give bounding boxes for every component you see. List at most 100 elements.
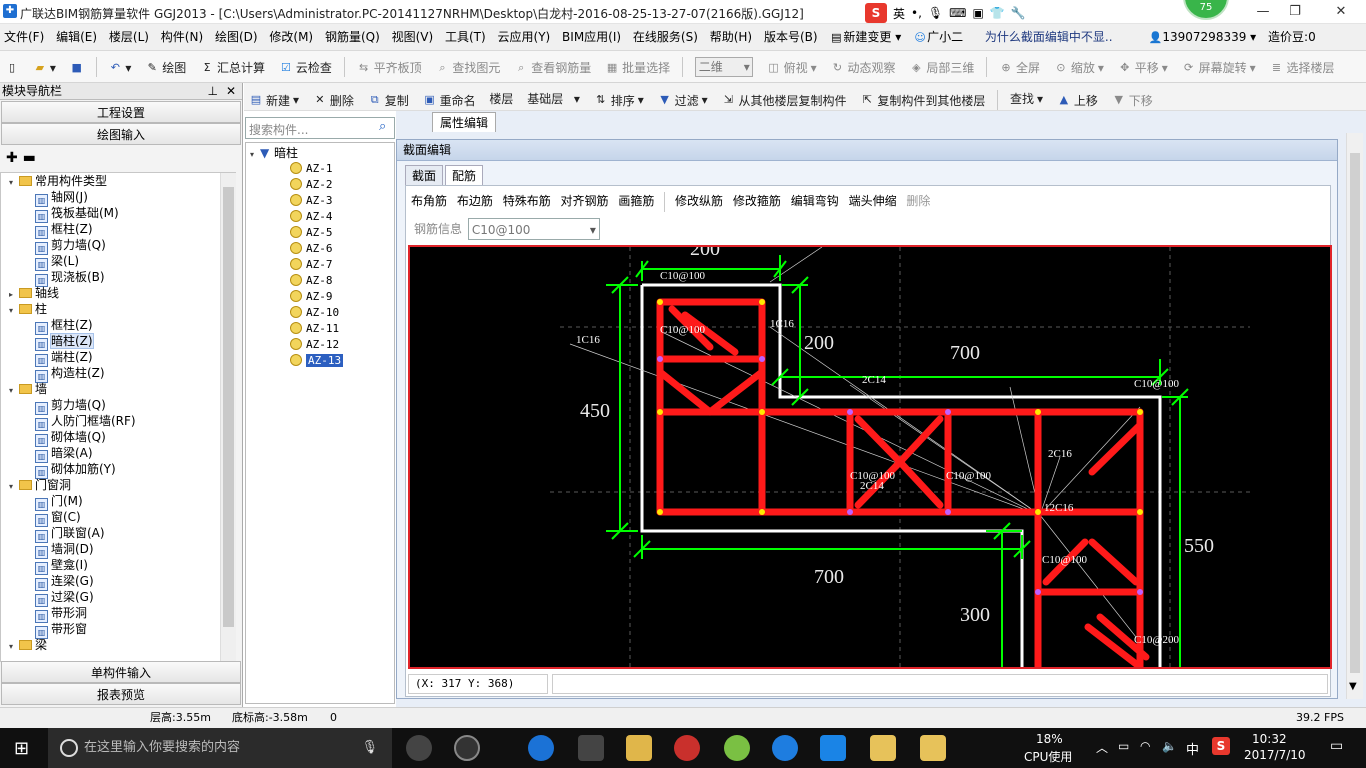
punct-icon[interactable]: •, (911, 6, 922, 20)
end-stretch-button[interactable]: 端头伸缩 (846, 190, 900, 212)
component-item[interactable]: AZ-12 (246, 337, 394, 353)
top-view-button[interactable]: ◫ 俯视 ▾ (762, 52, 822, 83)
scroll-down-icon[interactable]: ▼ (1349, 681, 1357, 692)
app-icon[interactable] (674, 735, 700, 761)
tree-item[interactable]: ▥ 现浇板(B) (1, 269, 235, 287)
level-top-button[interactable]: ⇆ 平齐板顶 (352, 52, 427, 83)
tree-folder[interactable]: ▾ 墙 (1, 381, 235, 397)
rotate-button[interactable]: ⟳ 屏幕旋转 ▾ (1177, 52, 1261, 83)
nav-scrollbar[interactable] (220, 173, 236, 661)
pan-button[interactable]: ✥ 平移 ▾ (1113, 52, 1173, 83)
menu-online[interactable]: 在线服务(S) (629, 24, 702, 51)
score-badge[interactable]: 75 (1183, 0, 1229, 20)
tree-item[interactable]: ▥ 连梁(G) (1, 573, 235, 591)
restore-icon[interactable]: ❐ (1280, 2, 1310, 22)
menu-cloud[interactable]: 云应用(Y) (494, 24, 555, 51)
help-app-icon[interactable] (920, 735, 946, 761)
component-item[interactable]: AZ-9 (246, 289, 394, 305)
special-rebar-button[interactable]: 特殊布筋 (500, 190, 554, 212)
draw-input-button[interactable]: 绘图输入 (1, 123, 241, 145)
tree-item[interactable]: ▥ 轴网(J) (1, 189, 235, 207)
tree-item[interactable]: ▥ 暗梁(A) (1, 445, 235, 463)
tab-section[interactable]: 截面 (405, 165, 444, 185)
sogou-icon[interactable]: S (1212, 737, 1230, 755)
new-file-button[interactable]: ▯ (0, 52, 24, 83)
chevron-up-icon[interactable]: ︿ (1096, 739, 1108, 756)
wrench-icon[interactable]: 🔧 (1011, 6, 1026, 20)
undo-button[interactable]: ↶ ▾ (103, 52, 136, 83)
lang-indicator[interactable]: 中 (1186, 739, 1199, 758)
scroll-thumb[interactable] (1350, 153, 1360, 673)
edge-icon[interactable] (528, 735, 554, 761)
menu-question[interactable]: 为什么截面编辑中不显.. (981, 24, 1117, 51)
sogou-icon[interactable]: S (865, 3, 887, 23)
file-explorer-icon[interactable] (626, 735, 652, 761)
tab-rebar[interactable]: 配筋 (445, 165, 484, 185)
tree-item[interactable]: ▥ 带形窗 (1, 621, 235, 639)
component-item[interactable]: AZ-13 (246, 353, 394, 369)
mic-icon[interactable]: 🎙 (928, 6, 943, 20)
edit-hook-button[interactable]: 编辑弯钩 (788, 190, 842, 212)
component-item[interactable]: AZ-4 (246, 209, 394, 225)
shirt-icon[interactable]: 👕 (990, 6, 1005, 20)
delete-rebar-button[interactable]: 删除 (903, 190, 933, 212)
tree-item[interactable]: ▥ 剪力墙(Q) (1, 237, 235, 255)
tree-item[interactable]: ▥ 砌体加筋(Y) (1, 461, 235, 479)
store-icon[interactable] (578, 735, 604, 761)
draw-stirrup-button[interactable]: 画箍筋 (615, 190, 657, 212)
component-item[interactable]: AZ-7 (246, 257, 394, 273)
tree-item[interactable]: ▥ 门联窗(A) (1, 525, 235, 543)
sum-calc-button[interactable]: Σ 汇总计算 (195, 52, 270, 83)
section-canvas[interactable]: 200 450 200 700 700 300 550 C10@100 C10@… (408, 245, 1332, 669)
menu-help[interactable]: 帮助(H) (706, 24, 756, 51)
align-rebar-button[interactable]: 对齐钢筋 (558, 190, 612, 212)
component-item[interactable]: AZ-2 (246, 177, 394, 193)
taskbar-search[interactable]: 在这里输入你要搜索的内容 🎙 (48, 728, 392, 768)
menu-tools[interactable]: 工具(T) (441, 24, 490, 51)
close-icon[interactable]: ✕ (226, 83, 236, 100)
search-icon[interactable]: ⌕ (379, 119, 386, 134)
edge-rebar-button[interactable]: 布边筋 (454, 190, 496, 212)
scroll-thumb[interactable] (223, 187, 234, 627)
glodon-icon[interactable] (772, 735, 798, 761)
menu-beans[interactable]: 造价豆:0 (1264, 24, 1320, 51)
tree-item[interactable]: ▥ 框柱(Z) (1, 317, 235, 335)
menu-edit[interactable]: 编辑(E) (52, 24, 101, 51)
view-rebar-button[interactable]: ⌕ 查看钢筋量 (509, 52, 596, 83)
main-scrollbar[interactable]: ▼ (1346, 133, 1363, 699)
volume-icon[interactable]: 🔈 (1162, 739, 1177, 753)
menu-rebar[interactable]: 钢筋量(Q) (321, 24, 384, 51)
modify-longitudinal-button[interactable]: 修改纵筋 (672, 190, 726, 212)
component-item[interactable]: AZ-10 (246, 305, 394, 321)
skin-icon[interactable]: ▣ (972, 6, 983, 20)
mic-icon[interactable]: 🎙 (361, 728, 378, 768)
wifi-icon[interactable]: ◠ (1140, 739, 1150, 753)
tree-root[interactable]: ▾ ▼ 暗柱 (246, 145, 394, 161)
menu-new-change[interactable]: ▤ 新建变更 ▾ (825, 24, 905, 51)
rebar-info-select[interactable]: C10@100 (467, 218, 600, 241)
zoom-button[interactable]: ⊙ 缩放 ▾ (1049, 52, 1109, 83)
menu-view[interactable]: 视图(V) (388, 24, 438, 51)
collapse-icon[interactable]: ▾ (9, 639, 19, 655)
single-input-button[interactable]: 单构件输入 (1, 661, 241, 683)
menu-version[interactable]: 版本号(B) (760, 24, 822, 51)
app-icon[interactable] (724, 735, 750, 761)
component-item[interactable]: AZ-1 (246, 161, 394, 177)
component-item[interactable]: AZ-3 (246, 193, 394, 209)
local-3d-button[interactable]: ◈ 局部三维 (904, 52, 979, 83)
ggj-app-icon[interactable] (820, 735, 846, 761)
close-icon[interactable]: ✕ (1326, 2, 1356, 22)
tree-item[interactable]: ▥ 门(M) (1, 493, 235, 511)
tree-item[interactable]: ▥ 壁龛(I) (1, 557, 235, 575)
app-icon[interactable] (454, 735, 480, 761)
tree-folder[interactable]: ▸ 轴线 (1, 285, 235, 301)
menu-assistant[interactable]: ☺广小二 (909, 24, 967, 51)
cloud-check-button[interactable]: ☑ 云检查 (274, 52, 337, 83)
windows-start-icon[interactable]: ⊞ (14, 738, 29, 759)
search-input[interactable]: 搜索构件... (245, 117, 395, 139)
tree-item[interactable]: ▥ 过梁(G) (1, 589, 235, 607)
tree-item[interactable]: ▥ 梁(L) (1, 253, 235, 271)
expand-all-icon[interactable]: ✚ (6, 150, 18, 166)
menu-component[interactable]: 构件(N) (157, 24, 207, 51)
fullscreen-button[interactable]: ⊕ 全屏 (994, 52, 1045, 83)
